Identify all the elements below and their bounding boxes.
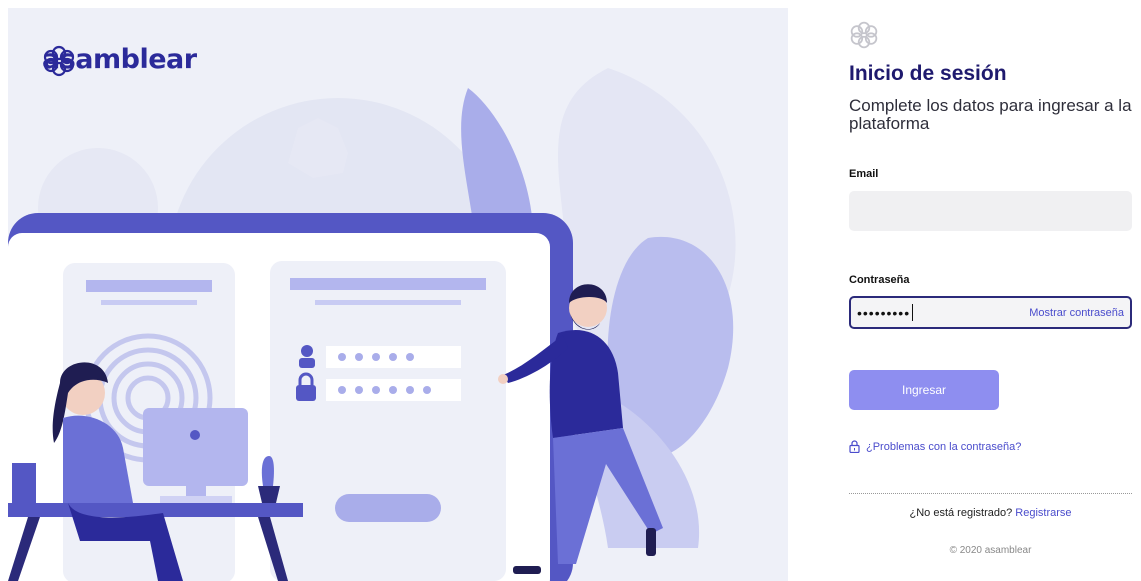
flower-logo-icon [850, 21, 878, 49]
password-label: Contraseña [849, 274, 910, 286]
copyright: © 2020 asamblear [949, 545, 1032, 556]
show-password-toggle[interactable]: Mostrar contraseña [1029, 307, 1124, 319]
lock-icon [849, 440, 860, 453]
divider [849, 493, 1132, 494]
brand-logo: asamblear [42, 44, 197, 77]
login-panel: Inicio de sesión Complete los datos para… [849, 0, 1141, 581]
password-field[interactable]: ••••••••• Mostrar contraseña [849, 296, 1132, 329]
password-dots: ••••••••• [857, 304, 911, 321]
text-caret [912, 304, 914, 321]
email-field[interactable] [850, 192, 1131, 230]
page-title: Inicio de sesión [849, 62, 1007, 85]
hero-illustration: asamblear [8, 8, 788, 581]
hero-illustration-art [8, 68, 736, 581]
flower-logo-icon [43, 45, 75, 77]
page-subtitle: Complete los datos para ingresar a la pl… [849, 96, 1132, 133]
password-trouble-text: ¿Problemas con la contraseña? [866, 440, 1022, 453]
email-label: Email [849, 168, 879, 180]
register-link[interactable]: Registrarse [1015, 507, 1071, 519]
register-prompt: ¿No está registrado? [909, 507, 1013, 519]
password-value: ••••••••• [857, 304, 914, 321]
login-button[interactable]: Ingresar [849, 370, 999, 410]
email-field-wrapper [849, 191, 1132, 231]
password-trouble-link[interactable]: ¿Problemas con la contraseña? [849, 440, 1021, 453]
register-row: ¿No está registrado? Registrarse [849, 507, 1132, 519]
